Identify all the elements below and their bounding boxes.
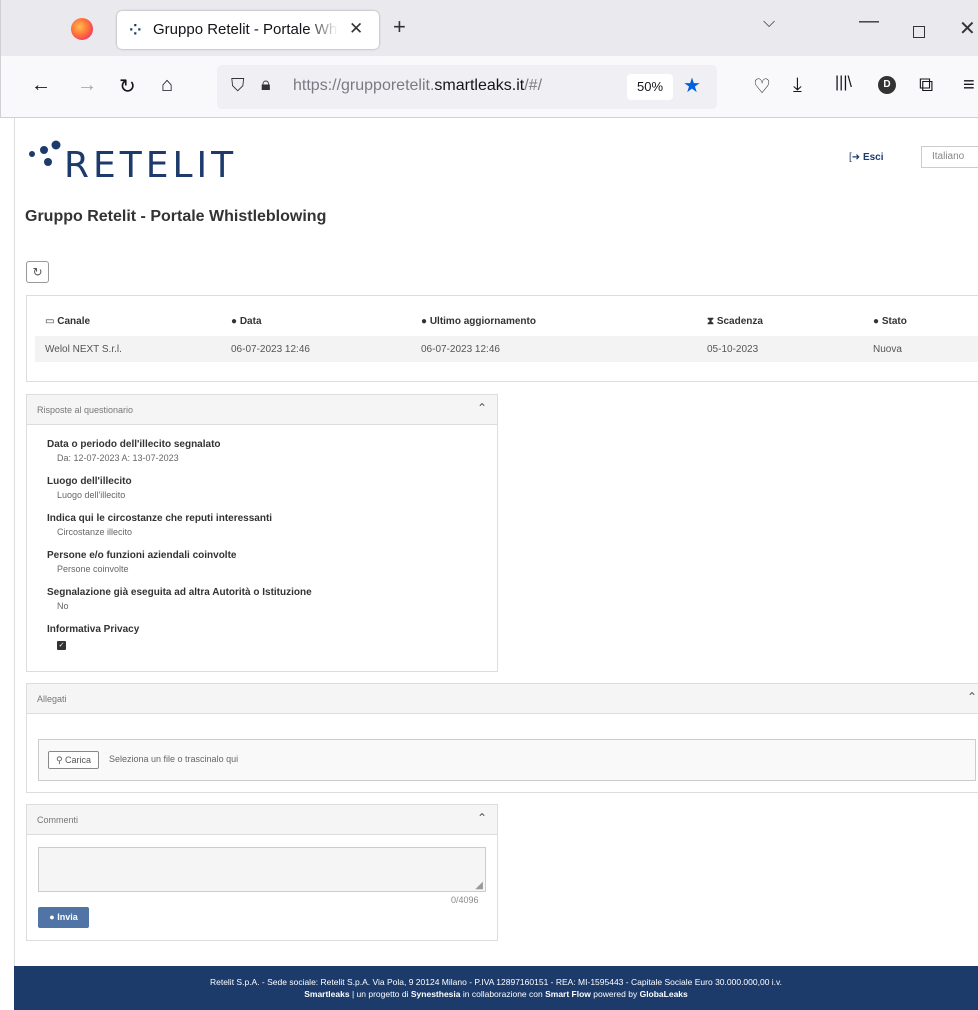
attachments-title: Allegati <box>37 694 67 704</box>
question-label: Segnalazione già eseguita ad altra Autor… <box>47 587 312 598</box>
logout-icon: [➜ <box>849 152 863 163</box>
tab-title: Gruppo Retelit - Portale Whistleblowing <box>153 21 338 38</box>
language-select[interactable]: Italiano <box>921 146 978 168</box>
new-tab-icon[interactable]: + <box>393 14 406 40</box>
zoom-level[interactable]: 50% <box>627 74 673 100</box>
lock-icon[interactable]: 🔒︎ <box>261 74 271 95</box>
shield-icon[interactable]: ⛉ <box>231 75 245 96</box>
cell-ultimo: 06-07-2023 12:46 <box>421 344 500 355</box>
question-value: Persone coinvolte <box>57 564 129 574</box>
home-icon[interactable]: ⌂ <box>161 74 173 97</box>
footer: Retelit S.p.A. - Sede sociale: Retelit S… <box>14 966 978 1010</box>
privacy-checkbox: ✓ <box>57 641 66 650</box>
cell-canale: Welol NEXT S.r.l. <box>45 344 122 355</box>
comments-card: Commenti ⌃ ◢ 0/4096 ● Invia <box>26 804 498 941</box>
column-header-ultimo: ● Ultimo aggiornamento <box>421 316 536 327</box>
footer-link-globaleaks[interactable]: GlobaLeaks <box>640 989 688 999</box>
logo-text: RETELIT <box>64 145 238 186</box>
column-header-stato: ● Stato <box>873 316 907 327</box>
comment-textarea[interactable]: ◢ <box>38 847 486 892</box>
questionnaire-header[interactable]: Risposte al questionario ⌃ <box>27 395 497 425</box>
minimize-icon[interactable]: — <box>859 10 879 33</box>
question-value: Luogo dell'illecito <box>57 490 126 500</box>
clock-icon: ● <box>421 316 430 327</box>
comments-title: Commenti <box>37 815 79 825</box>
retelit-logo: RETELIT <box>26 140 233 186</box>
footer-company-info: Retelit S.p.A. - Sede sociale: Retelit S… <box>209 977 783 987</box>
site-favicon-icon: ⁘ <box>129 22 142 39</box>
browser-tab[interactable]: ⁘ Gruppo Retelit - Portale Whistleblowin… <box>117 11 379 49</box>
bookmark-star-icon[interactable]: ★ <box>683 73 701 98</box>
page-title: Gruppo Retelit - Portale Whistleblowing <box>25 208 327 225</box>
footer-credits: Smartleaks | un progetto di Synesthesia … <box>304 989 688 999</box>
comments-header[interactable]: Commenti ⌃ <box>27 805 497 835</box>
question-label: Persone e/o funzioni aziendali coinvolte <box>47 550 237 561</box>
report-info-panel: ▭ Canale ● Data ● Ultimo aggiornamento ⧗… <box>26 295 978 382</box>
resize-handle-icon[interactable]: ◢ <box>475 880 483 891</box>
list-tabs-icon[interactable]: ⌵ <box>763 14 775 32</box>
cell-data: 06-07-2023 12:46 <box>231 344 310 355</box>
column-header-data: ● Data <box>231 316 262 327</box>
clock-icon: ● <box>231 316 240 327</box>
browser-tab-bar: ⁘ Gruppo Retelit - Portale Whistleblowin… <box>0 0 978 56</box>
refresh-button[interactable]: ↻ <box>26 261 49 283</box>
maximize-icon[interactable] <box>913 26 925 38</box>
hourglass-icon: ⧗ <box>707 316 717 327</box>
firefox-icon[interactable] <box>71 18 93 40</box>
chevron-up-icon[interactable]: ⌃ <box>477 811 487 825</box>
account-avatar[interactable]: D <box>878 76 896 94</box>
reload-icon[interactable]: ↻ <box>119 74 136 99</box>
comment-icon: ● <box>49 912 58 922</box>
table-row <box>35 336 978 362</box>
extensions-icon[interactable]: ⧉ <box>919 74 933 97</box>
attachments-header[interactable]: Allegati ⌃ <box>27 684 978 714</box>
user-icon: ⚲ <box>55 755 66 765</box>
pocket-icon[interactable]: ♡ <box>753 74 771 99</box>
question-value: Da: 12-07-2023 A: 13-07-2023 <box>57 453 179 463</box>
question-value: No <box>57 601 69 611</box>
address-bar[interactable]: ⛉ 🔒︎ https://grupporetelit.smartleaks.it… <box>217 65 717 109</box>
send-button[interactable]: ● Invia <box>38 907 89 928</box>
browser-nav-bar: ← → ↻ ⌂ ⛉ 🔒︎ https://grupporetelit.smart… <box>0 56 978 118</box>
back-icon[interactable]: ← <box>31 74 51 97</box>
attachments-card: Allegati ⌃ ⚲ Carica Seleziona un file o … <box>26 683 978 793</box>
question-value: Circostanze illecito <box>57 527 133 537</box>
logo-dots-icon <box>29 140 61 166</box>
upload-hint: Seleziona un file o trascinalo qui <box>109 754 239 764</box>
chevron-up-icon[interactable]: ⌃ <box>477 401 487 415</box>
inbox-icon: ▭ <box>45 316 58 327</box>
questionnaire-title: Risposte al questionario <box>37 405 134 415</box>
question-label: Luogo dell'illecito <box>47 476 132 487</box>
file-drop-zone[interactable]: ⚲ Carica Seleziona un file o trascinalo … <box>38 739 976 781</box>
status-icon: ● <box>873 316 882 327</box>
library-icon[interactable]: |||\ <box>835 74 852 92</box>
refresh-icon: ↻ <box>32 265 43 279</box>
downloads-icon[interactable]: ⤓ <box>793 74 802 97</box>
window-close-icon[interactable]: ✕ <box>959 16 976 41</box>
column-header-scadenza: ⧗ Scadenza <box>707 316 763 327</box>
column-header-canale: ▭ Canale <box>45 316 91 327</box>
footer-link-smartleaks[interactable]: Smartleaks <box>304 989 349 999</box>
cell-scadenza: 05-10-2023 <box>707 344 759 355</box>
question-label: Informativa Privacy <box>47 624 140 635</box>
url-text[interactable]: https://grupporetelit.smartleaks.it/#/ <box>293 77 542 95</box>
menu-icon[interactable]: ≡ <box>963 74 975 97</box>
char-counter: 0/4096 <box>451 895 479 905</box>
questionnaire-card: Risposte al questionario ⌃ Data o period… <box>26 394 498 672</box>
cell-stato: Nuova <box>873 344 902 355</box>
question-label: Data o periodo dell'illecito segnalato <box>47 439 221 450</box>
close-tab-icon[interactable]: ✕ <box>349 19 363 39</box>
footer-link-smartflow[interactable]: Smart Flow <box>545 989 591 999</box>
chevron-up-icon[interactable]: ⌃ <box>967 690 977 704</box>
forward-icon[interactable]: → <box>77 74 97 97</box>
question-label: Indica qui le circostanze che reputi int… <box>47 513 273 524</box>
footer-link-synesthesia[interactable]: Synesthesia <box>411 989 461 999</box>
upload-button[interactable]: ⚲ Carica <box>48 751 99 769</box>
logout-link[interactable]: [➜ Esci <box>849 152 884 163</box>
